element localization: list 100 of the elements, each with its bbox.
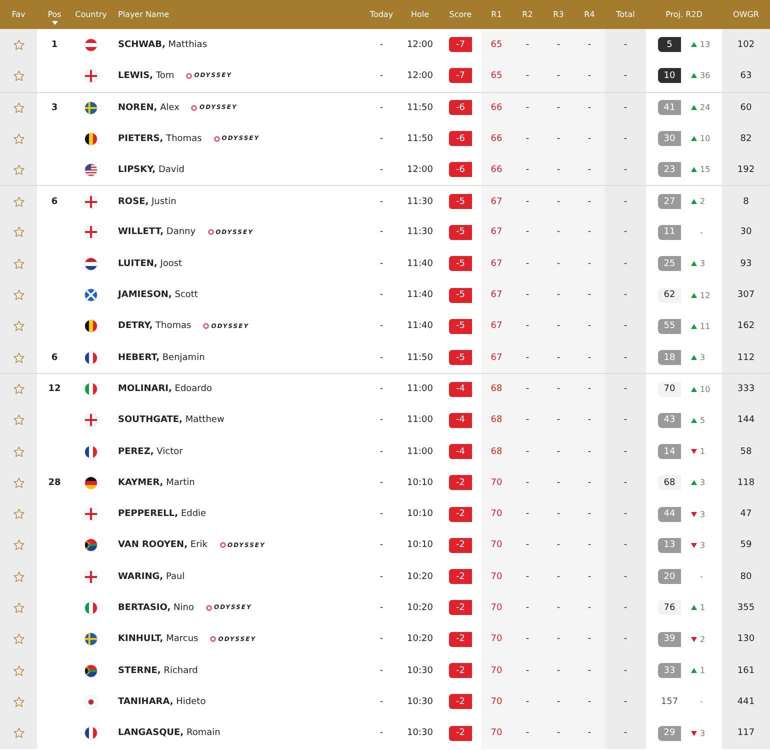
- star-icon[interactable]: [12, 383, 24, 396]
- round-score: -: [556, 134, 560, 144]
- player-name[interactable]: NOREN, Alex: [118, 102, 180, 113]
- rank-change: 36: [700, 71, 710, 80]
- player-name[interactable]: PEREZ, Victor: [118, 446, 183, 456]
- column-header[interactable]: Player Name: [110, 4, 363, 24]
- player-name[interactable]: SOUTHGATE, Matthew: [118, 415, 224, 426]
- hole-time: 12:00: [407, 70, 433, 81]
- score-badge: -6: [449, 162, 472, 178]
- round-score: 66: [490, 164, 502, 175]
- column-header[interactable]: R3: [543, 4, 574, 24]
- total-score: -: [624, 258, 628, 269]
- player-name[interactable]: WILLETT, Danny: [118, 227, 196, 238]
- today-score: -: [380, 102, 384, 113]
- player-name[interactable]: LANGASQUE, Romain: [118, 728, 220, 738]
- player-name[interactable]: KINHULT, Marcus: [118, 634, 198, 644]
- column-header[interactable]: Fav: [0, 4, 37, 24]
- player-name[interactable]: HEBERT, Benjamin: [118, 352, 205, 363]
- owgr-rank: 60: [740, 102, 752, 113]
- column-header[interactable]: Total: [605, 4, 646, 24]
- projected-rank: 14: [658, 444, 681, 459]
- projected-rank: 20: [658, 569, 681, 584]
- column-header[interactable]: OWGR: [722, 4, 770, 24]
- projected-rank: 11: [658, 224, 681, 240]
- star-icon[interactable]: [12, 633, 24, 646]
- player-name[interactable]: LEWIS, Tom: [118, 70, 174, 81]
- hole-time: 11:30: [407, 196, 433, 207]
- player-name[interactable]: STERNE, Richard: [118, 666, 198, 676]
- round-score: 67: [490, 258, 502, 269]
- star-icon[interactable]: [12, 132, 24, 145]
- hole-time: 10:10: [407, 478, 433, 488]
- star-icon[interactable]: [12, 38, 24, 51]
- column-header[interactable]: Pos: [37, 4, 72, 24]
- today-score: -: [380, 728, 384, 738]
- round-score: -: [588, 540, 592, 550]
- player-name[interactable]: LIPSKY, David: [118, 164, 184, 175]
- star-icon[interactable]: [12, 414, 24, 426]
- star-icon[interactable]: [12, 570, 24, 583]
- rank-change: 13: [700, 40, 710, 50]
- today-score: -: [380, 352, 384, 363]
- star-icon[interactable]: [12, 696, 24, 708]
- star-icon[interactable]: [12, 476, 24, 489]
- player-name[interactable]: PEPPERELL, Eddie: [118, 509, 206, 520]
- owgr-rank: 93: [740, 258, 752, 269]
- owgr-rank: 130: [737, 634, 755, 644]
- round-score: -: [526, 164, 530, 175]
- star-icon[interactable]: [12, 196, 24, 208]
- column-header[interactable]: Score: [440, 4, 481, 24]
- column-header[interactable]: Today: [363, 4, 400, 24]
- player-name[interactable]: ROSE, Justin: [118, 196, 176, 207]
- today-score: -: [380, 696, 384, 707]
- score-badge: -5: [449, 224, 472, 240]
- ring-icon: [186, 72, 192, 79]
- star-icon[interactable]: [12, 289, 24, 302]
- hole-time: 11:50: [407, 102, 433, 113]
- rank-change: 3: [700, 510, 706, 519]
- star-icon[interactable]: [12, 70, 24, 82]
- star-icon[interactable]: [12, 258, 24, 270]
- star-icon[interactable]: [12, 727, 24, 740]
- star-icon[interactable]: [12, 539, 24, 552]
- star-icon[interactable]: [12, 664, 24, 677]
- owgr-rank: 63: [740, 70, 752, 81]
- column-header[interactable]: Country: [72, 4, 110, 24]
- player-name[interactable]: DETRY, Thomas: [118, 321, 192, 332]
- column-header[interactable]: Hole: [400, 4, 440, 24]
- hole-time: 10:30: [407, 666, 433, 676]
- score-badge: -7: [449, 68, 472, 84]
- owgr-rank: 333: [737, 384, 755, 394]
- player-name[interactable]: PIETERS, Thomas: [118, 134, 202, 144]
- column-header[interactable]: R2: [512, 4, 543, 24]
- player-name[interactable]: LUITEN, Joost: [118, 258, 182, 269]
- column-header[interactable]: R1: [481, 4, 512, 24]
- round-score: -: [556, 509, 560, 520]
- star-icon[interactable]: [12, 508, 24, 520]
- rank-change: 1: [700, 603, 706, 612]
- star-icon[interactable]: [12, 164, 24, 176]
- player-name[interactable]: SCHWAB, Matthias: [118, 40, 208, 50]
- round-score: -: [588, 728, 592, 738]
- star-icon[interactable]: [12, 352, 24, 364]
- player-name[interactable]: KAYMER, Martin: [118, 478, 195, 488]
- player-name[interactable]: TANIHARA, Hideto: [118, 696, 206, 707]
- column-header[interactable]: R4: [574, 4, 605, 24]
- star-icon[interactable]: [12, 102, 24, 114]
- rank-change: 10: [700, 384, 710, 394]
- player-name[interactable]: JAMIESON, Scott: [118, 290, 198, 300]
- star-icon[interactable]: [12, 226, 24, 238]
- player-name[interactable]: WARING, Paul: [118, 572, 185, 582]
- star-icon[interactable]: [12, 602, 24, 614]
- column-header[interactable]: Proj. R2D: [646, 4, 722, 24]
- player-name[interactable]: BERTASIO, Nino: [118, 602, 194, 613]
- player-name[interactable]: MOLINARI, Edoardo: [118, 384, 212, 394]
- total-score: -: [624, 164, 628, 175]
- rank-change: 5: [700, 416, 706, 425]
- round-score: -: [526, 478, 530, 488]
- star-icon[interactable]: [12, 446, 24, 458]
- star-icon[interactable]: [12, 320, 24, 332]
- round-score: -: [526, 634, 530, 644]
- player-name[interactable]: VAN ROOYEN, Erik: [118, 540, 208, 550]
- owgr-rank: 307: [737, 290, 755, 300]
- total-score: -: [624, 446, 628, 456]
